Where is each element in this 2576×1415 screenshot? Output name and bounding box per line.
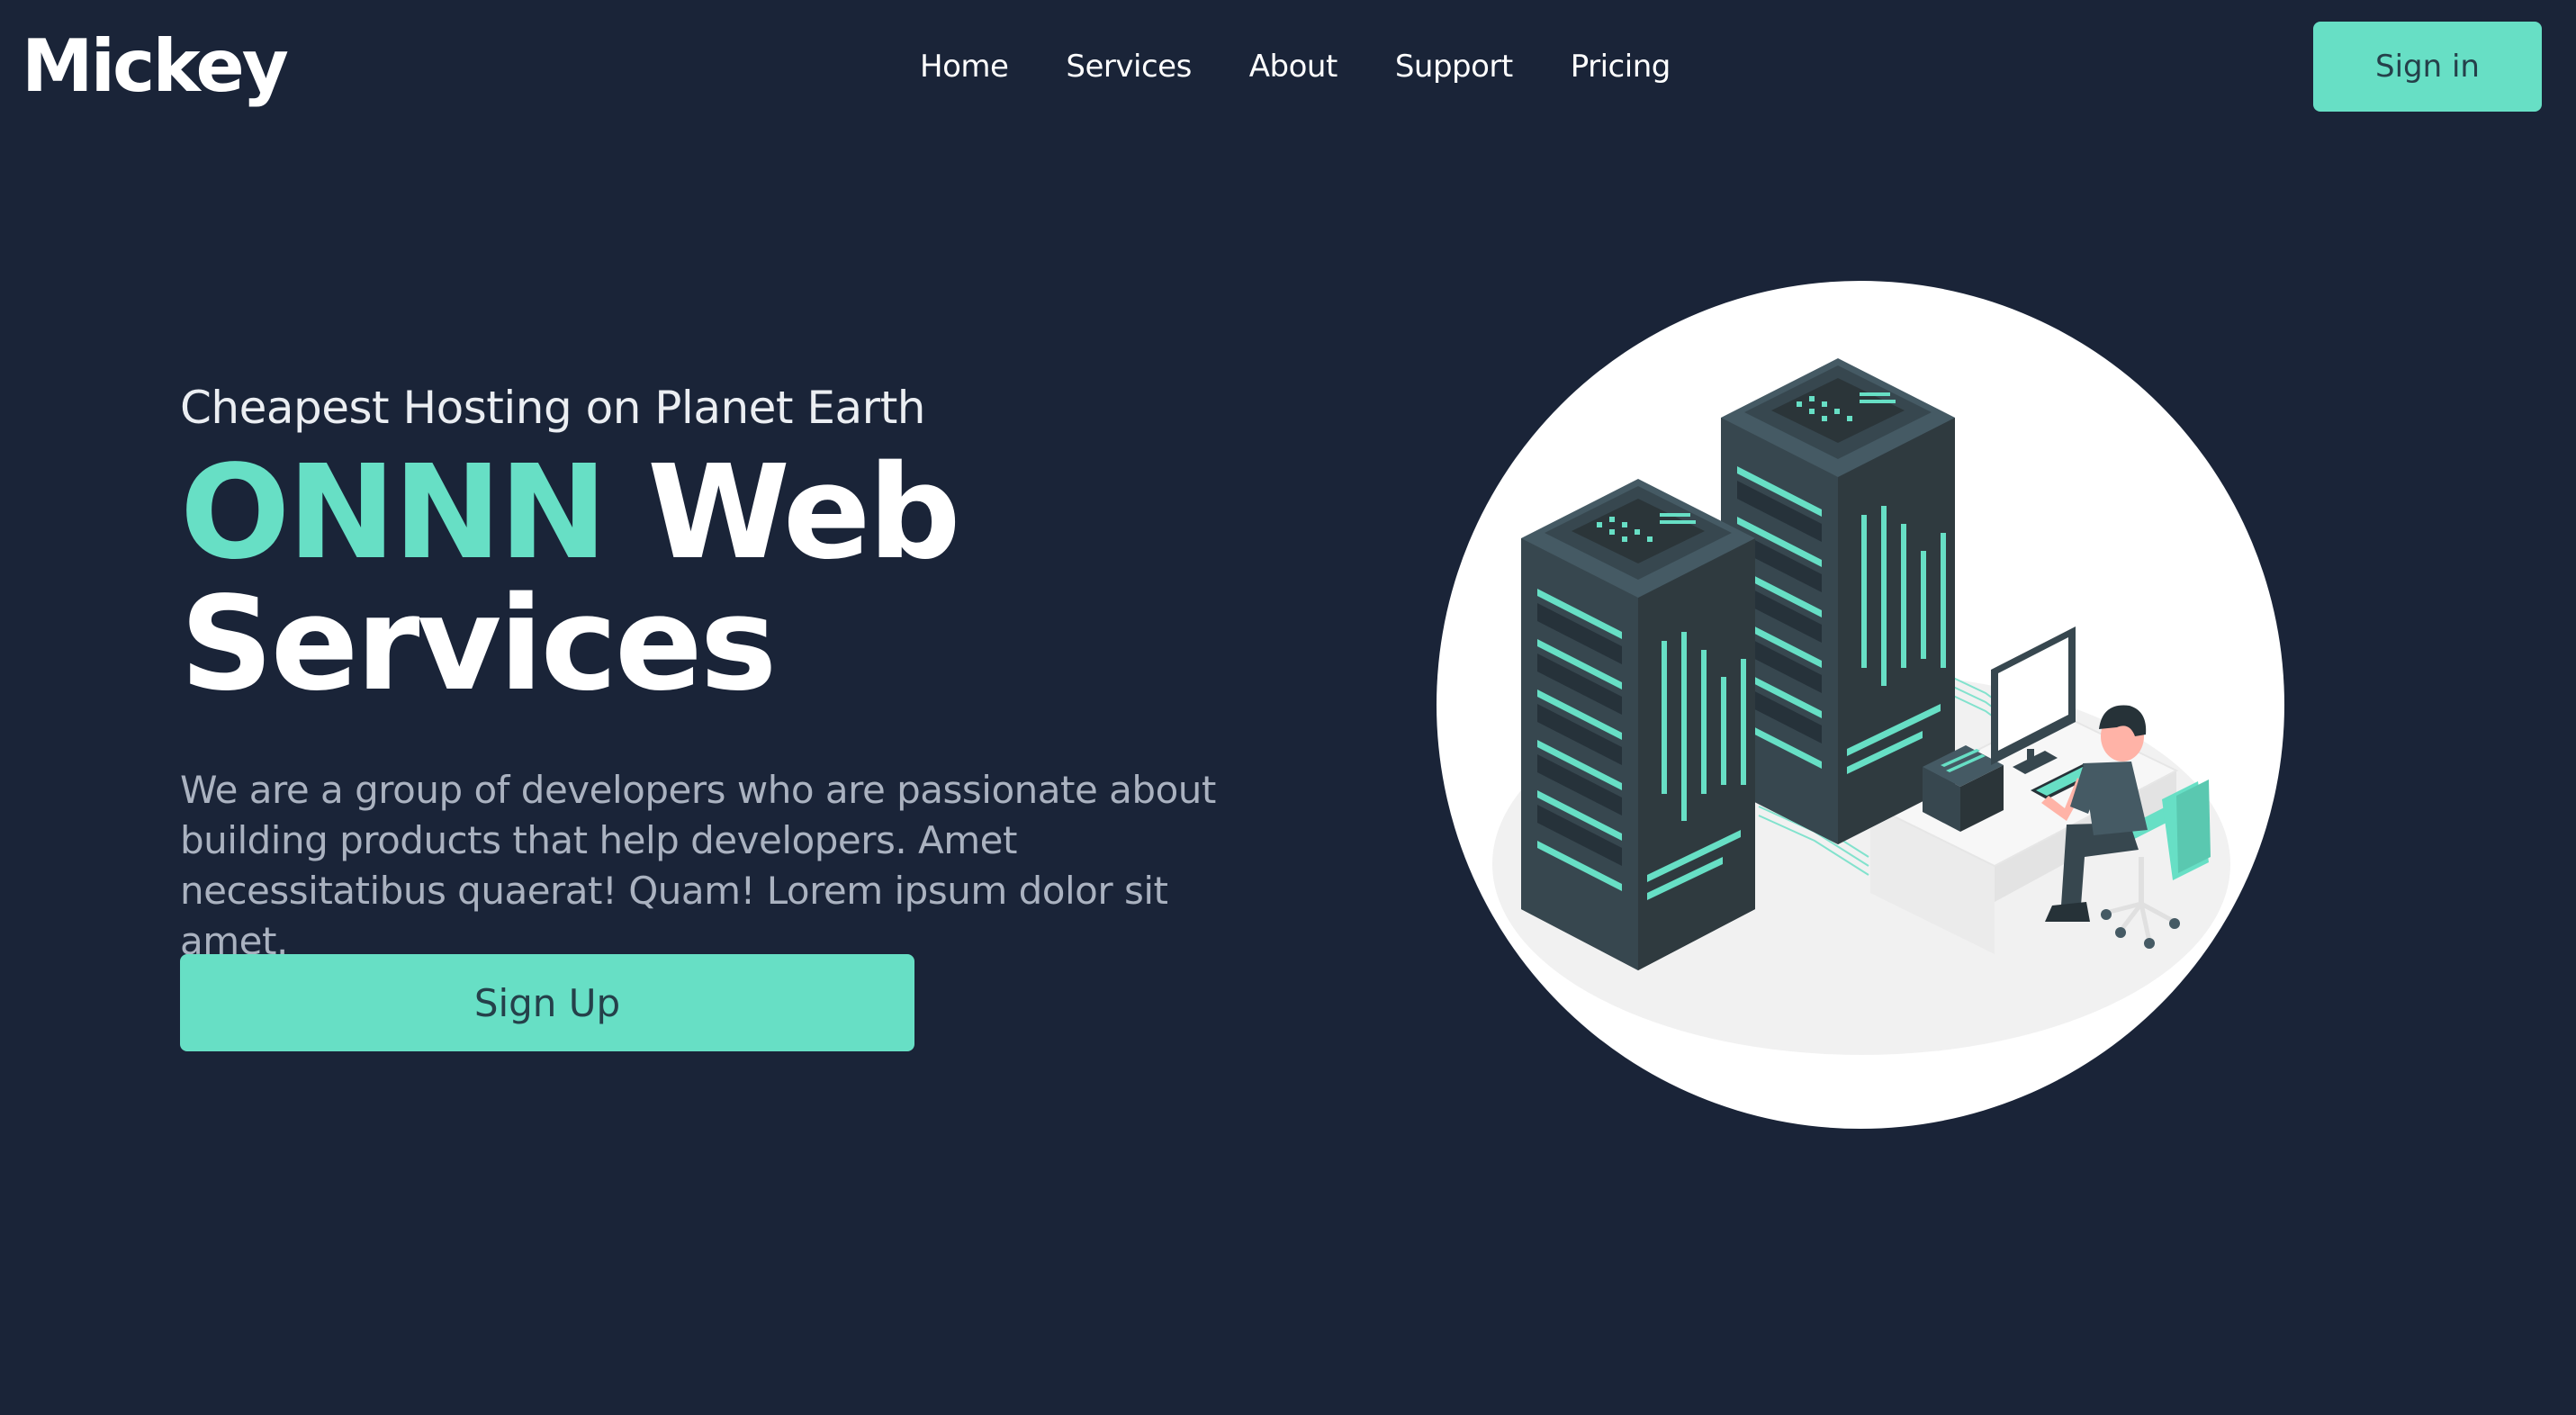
hero-text: Cheapest Hosting on Planet Earth ONNN We… — [180, 369, 1350, 967]
server-tower-back — [1721, 358, 1955, 844]
logo[interactable]: Mickey — [22, 22, 289, 112]
nav-link-support[interactable]: Support — [1395, 40, 1513, 94]
headline-word-web: Web — [647, 437, 960, 588]
sign-in-button[interactable]: Sign in — [2313, 22, 2542, 112]
server-room-illustration-icon — [1437, 281, 2284, 1129]
nav-link-home[interactable]: Home — [920, 40, 1009, 94]
nav-link-services[interactable]: Services — [1066, 40, 1192, 94]
landing-page: Mickey Home Services About Support Prici… — [0, 0, 2576, 1415]
headline-accent: ONNN — [180, 437, 608, 588]
server-tower-front — [1521, 479, 1755, 970]
headline-word-services: Services — [180, 568, 777, 719]
hero-description: We are a group of developers who are pas… — [180, 768, 1216, 963]
nav-link-about[interactable]: About — [1249, 40, 1338, 94]
hero-headline: ONNN Web Services — [180, 446, 1350, 709]
main-nav: Home Services About Support Pricing — [920, 40, 1728, 94]
nav-link-pricing[interactable]: Pricing — [1571, 40, 1671, 94]
hero-tagline: Cheapest Hosting on Planet Earth — [180, 382, 926, 434]
sign-up-button[interactable]: Sign Up — [180, 954, 914, 1051]
